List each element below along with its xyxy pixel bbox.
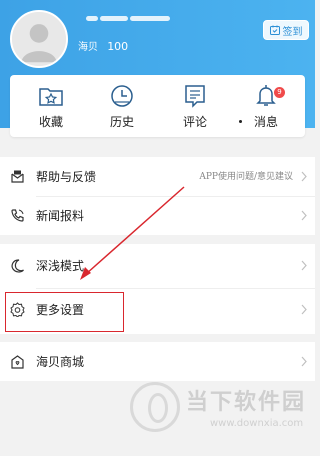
menu-item-store[interactable]: 海贝商城 [0, 342, 315, 381]
menu-store-label: 海贝商城 [36, 355, 85, 369]
phone-icon [11, 209, 24, 222]
comment-doc-icon [185, 85, 205, 108]
checkin-label: 签到 [282, 26, 303, 38]
default-avatar-icon [12, 12, 66, 66]
points-value: 100 [107, 40, 129, 53]
chevron-right-icon [301, 210, 307, 221]
chevron-right-icon [301, 260, 307, 271]
annotation-highlight-box [5, 292, 124, 332]
chevron-right-icon [301, 304, 307, 315]
menu-tips-label: 新闻报料 [36, 209, 85, 223]
quick-actions-card: 收藏 历史 评论 9 消息 [10, 75, 305, 137]
divider [36, 288, 315, 289]
quick-history[interactable]: 历史 [87, 75, 157, 137]
envelope-icon [11, 170, 24, 183]
menu-help-hint: APP使用问题/意见建议 [199, 172, 293, 182]
avatar[interactable] [10, 10, 68, 68]
points-display: 海贝 100 [78, 38, 128, 53]
quick-favorites[interactable]: 收藏 [16, 75, 86, 137]
quick-messages[interactable]: 9 消息 [231, 75, 301, 137]
chevron-right-icon [301, 356, 307, 367]
watermark-url: www.downxia.com [210, 418, 304, 429]
calendar-check-icon [269, 25, 280, 35]
menu-help-label: 帮助与反馈 [36, 170, 97, 184]
menu-theme-label: 深浅模式 [36, 259, 85, 273]
quick-comments-label: 评论 [182, 115, 207, 129]
shop-icon [11, 355, 24, 369]
username-redacted [78, 12, 178, 26]
menu-section-store: 海贝商城 [0, 342, 315, 381]
points-label: 海贝 [78, 42, 98, 53]
quick-comments[interactable]: 评论 [160, 75, 230, 137]
message-count-badge: 9 [274, 87, 285, 98]
quick-history-label: 历史 [109, 115, 134, 129]
watermark: 当下软件园 www.downxia.com [130, 382, 310, 436]
menu-item-tips[interactable]: 新闻报料 [0, 196, 315, 235]
folder-star-icon [39, 88, 63, 106]
quick-messages-label: 消息 [253, 115, 278, 129]
menu-item-help[interactable]: 帮助与反馈 APP使用问题/意见建议 [0, 157, 315, 196]
clock-history-icon [111, 85, 133, 107]
menu-item-theme[interactable]: 深浅模式 [0, 246, 315, 285]
chevron-right-icon [301, 171, 307, 182]
watermark-text: 当下软件园 [186, 390, 307, 415]
moon-icon [11, 259, 24, 273]
checkin-button[interactable]: 签到 [263, 20, 309, 40]
watermark-logo-icon [130, 382, 180, 432]
menu-section-support: 帮助与反馈 APP使用问题/意见建议 新闻报料 [0, 157, 315, 235]
quick-favorites-label: 收藏 [38, 115, 63, 129]
